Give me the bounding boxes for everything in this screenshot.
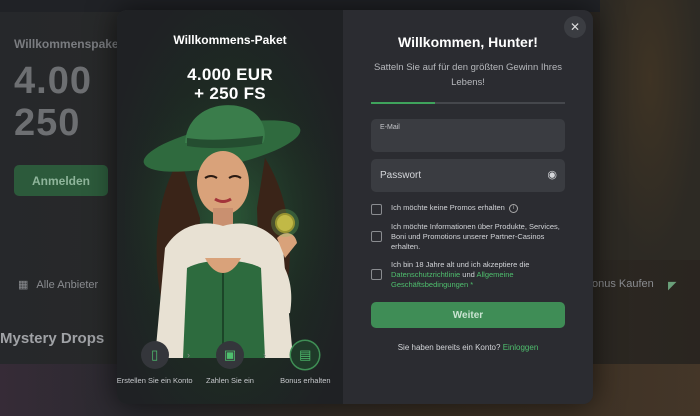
close-icon: ✕ [569,20,581,34]
checkbox-label: Ich möchte keine Promos erhalten [391,203,505,212]
checkbox[interactable] [371,269,382,280]
bg-section-title: Mystery Drops [0,330,105,347]
bg-promo-amount: 4.00 [14,60,92,102]
bg-providers-filter[interactable]: ▦ Alle Anbieter [18,278,99,292]
checkbox-age-text: Ich bin 18 Jahre alt und ich akzeptiere … [391,260,565,290]
checkbox-no-promos-text: Ich möchte keine Promos erhalten i [391,203,518,213]
age-prefix: Ich bin 18 Jahre alt und ich akzeptiere … [391,260,530,269]
required-marker: * [470,280,474,289]
email-label: E-Mail [380,124,400,131]
bg-promo-spins: 250 [14,102,81,144]
progress-fill [371,102,436,104]
login-prompt-text: Sie haben bereits ein Konto? [397,343,501,352]
progress-bar [371,102,565,104]
privacy-policy-link[interactable]: Datenschutzrichtlinie [391,270,460,279]
info-icon[interactable]: i [508,203,518,213]
eye-icon[interactable]: ◉ [547,168,557,181]
checkbox-age-terms[interactable]: Ich bin 18 Jahre alt und ich akzeptiere … [371,260,565,290]
continue-button[interactable]: Weiter [371,302,565,328]
bg-login-button[interactable]: Anmelden [14,165,108,196]
form-title: Willkommen, Hunter! [398,34,538,50]
password-field[interactable]: Passwort ◉ [371,159,565,192]
grid-icon: ▦ [18,279,29,291]
checkbox-partner-info[interactable]: Ich möchte Informationen über Produkte, … [371,222,565,252]
email-field[interactable]: E-Mail [371,119,565,152]
checkbox-label: Ich möchte Informationen über Produkte, … [391,222,560,251]
login-link[interactable]: Einloggen [503,343,539,352]
password-label: Passwort [380,170,422,181]
login-prompt: Sie haben bereits ein Konto? Einloggen [371,343,565,352]
form-layer: ✕ Willkommen, Hunter! Satteln Sie auf fü… [117,10,593,404]
checkbox-no-promos[interactable]: Ich möchte keine Promos erhalten i [371,203,565,215]
bg-promo-title: Willkommenspaket [14,37,123,51]
background-art [600,0,700,260]
age-and: und [462,270,475,279]
tag-icon: ◤ [668,280,677,292]
checkbox[interactable] [371,231,382,242]
bg-providers-label: Alle Anbieter [36,278,99,291]
checkbox[interactable] [371,204,382,215]
form-subtitle: Satteln Sie auf für den größten Gewinn I… [374,62,562,88]
bg-bonus-buy-filter[interactable]: onus Kaufen [592,278,654,290]
